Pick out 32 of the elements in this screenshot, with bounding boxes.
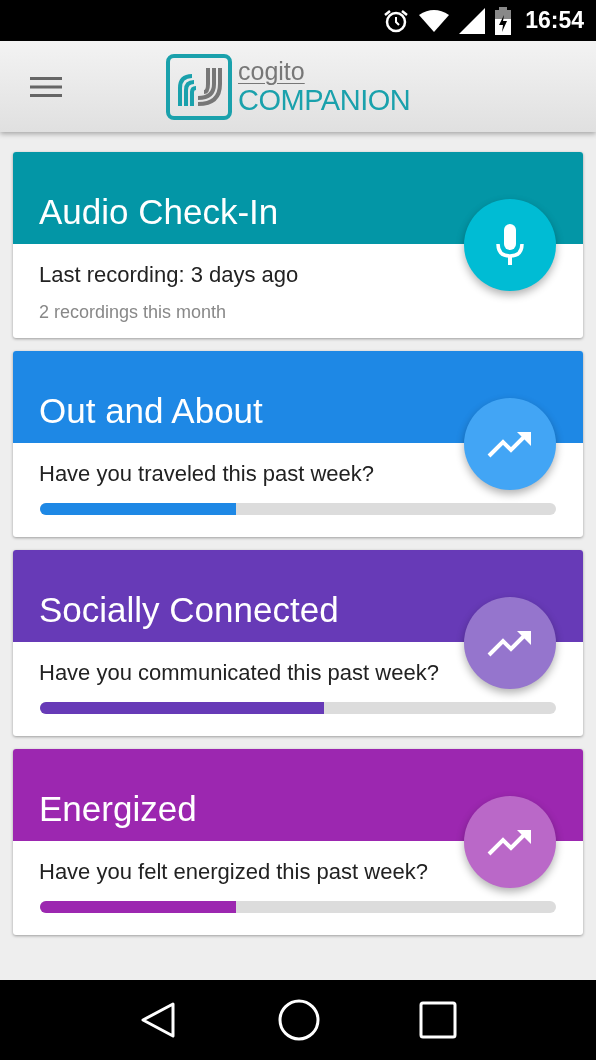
home-icon[interactable] (278, 999, 320, 1041)
microphone-icon (495, 224, 525, 266)
card[interactable]: Out and About Have you traveled this past week? (13, 351, 583, 537)
trending-up-icon (487, 629, 533, 657)
card-caption: 2 recordings this month (39, 302, 228, 323)
card-title: Out and About (39, 391, 263, 431)
alarm-icon (383, 7, 410, 34)
logo-icon (166, 53, 232, 120)
card-title: Socially Connected (39, 590, 339, 630)
card-title: Energized (39, 789, 197, 829)
card-question: Have you felt energized this past week? (39, 859, 429, 885)
menu-icon (30, 75, 62, 98)
card[interactable]: Audio Check-In Last recording: 3 days ago 2 recordings this month (13, 152, 583, 338)
trending-up-icon (487, 430, 533, 458)
logo-text: cogito (238, 58, 306, 84)
battery-icon (495, 6, 512, 35)
card-title: Audio Check-In (39, 192, 279, 232)
signal-icon (459, 7, 486, 34)
card[interactable]: Socially Connected Have you communicated this past week? (13, 550, 583, 736)
logo-text: COMPANION (238, 85, 411, 115)
card-question: Have you communicated this past week? (39, 660, 440, 686)
trending-up-icon (487, 828, 533, 856)
trend-button[interactable] (464, 597, 556, 689)
trend-button[interactable] (464, 796, 556, 888)
card[interactable]: Energized Have you felt energized this past week? (13, 749, 583, 935)
trend-button[interactable] (464, 398, 556, 490)
clock-time: 16:54 (525, 7, 584, 34)
wifi-icon (419, 8, 450, 33)
card-question: Have you traveled this past week? (39, 461, 376, 487)
recent-apps-icon[interactable] (418, 1001, 457, 1039)
card-question: Last recording: 3 days ago (39, 262, 300, 288)
record-button[interactable] (464, 199, 556, 291)
